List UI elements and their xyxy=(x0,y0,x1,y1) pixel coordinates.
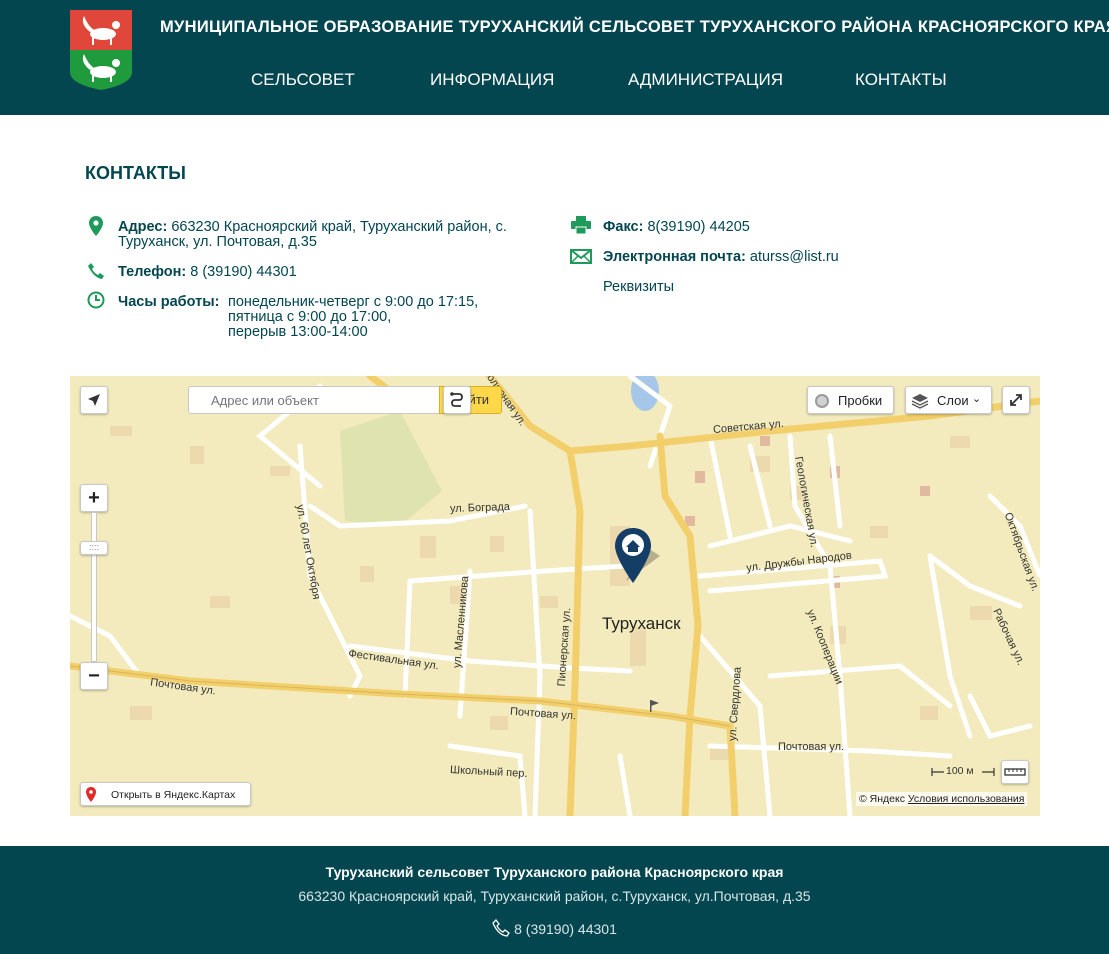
layers-icon xyxy=(911,394,929,409)
fullscreen-button[interactable] xyxy=(1002,386,1030,414)
zoom-in-button[interactable]: + xyxy=(80,484,108,512)
flag-icon xyxy=(650,700,659,712)
footer-org: Туруханский сельсовет Туруханского район… xyxy=(325,864,784,880)
address-block: Адрес: 663230 Красноярский край, Турухан… xyxy=(118,220,538,250)
ruler-button[interactable] xyxy=(1001,760,1029,784)
main-nav: СЕЛЬСОВЕТ ИНФОРМАЦИЯ АДМИНИСТРАЦИЯ КОНТА… xyxy=(0,70,1109,94)
traffic-label: Пробки xyxy=(838,393,883,408)
footer-phone-value[interactable]: 8 (39190) 44301 xyxy=(514,921,617,937)
zoom-out-button[interactable]: − xyxy=(80,662,108,690)
copyright-label: © Яндекс xyxy=(859,793,905,805)
route-icon xyxy=(450,392,463,407)
zoom-slider-handle[interactable]: :::: xyxy=(80,541,108,555)
navigation-arrow-icon xyxy=(88,394,100,406)
email-block: Электронная почта: aturss@list.ru xyxy=(603,250,839,265)
fax-label: Факс: xyxy=(603,219,644,235)
zoom-slider-track[interactable] xyxy=(91,512,97,662)
site-footer: Туруханский сельсовет Туруханского район… xyxy=(0,846,1109,954)
map-tiles xyxy=(70,376,1040,816)
traffic-light-icon xyxy=(815,394,829,408)
chevron-down-icon: ⌄ xyxy=(972,393,982,405)
yandex-pin-icon xyxy=(86,787,96,802)
ruler-icon xyxy=(1004,768,1026,776)
map-search-input[interactable] xyxy=(188,386,440,414)
printer-icon xyxy=(571,216,591,234)
map-copyright: © Яндекс Условия использования xyxy=(856,792,1028,806)
phone-icon xyxy=(88,263,104,279)
open-in-yandex-button[interactable]: Открыть в Яндекс.Картах xyxy=(80,782,251,806)
expand-icon xyxy=(1010,394,1022,406)
page-title: КОНТАКТЫ xyxy=(85,163,186,183)
geolocation-button[interactable] xyxy=(80,386,108,414)
nav-item-contacts[interactable]: КОНТАКТЫ xyxy=(855,70,947,90)
phone-label: Телефон: xyxy=(118,264,187,280)
layers-label: Слои xyxy=(937,393,969,408)
hours-list: понедельник-четверг с 9:00 до 17:15, пят… xyxy=(228,295,478,340)
email-link[interactable]: aturss@list.ru xyxy=(750,249,839,265)
hours-label: Часы работы: xyxy=(118,294,220,310)
footer-address: 663230 Красноярский край, Туруханский ра… xyxy=(298,888,811,904)
clock-icon xyxy=(87,291,105,309)
email-label: Электронная почта: xyxy=(603,249,746,265)
fax-block: Факс: 8(39190) 44205 xyxy=(603,220,750,235)
phone-block: Телефон: 8 (39190) 44301 xyxy=(118,265,297,280)
fax-value: 8(39190) 44205 xyxy=(647,219,750,235)
nav-item-selsovet[interactable]: СЕЛЬСОВЕТ xyxy=(251,70,355,90)
street-label: ул. Бограда xyxy=(449,500,511,516)
city-label: Туруханск xyxy=(602,614,681,633)
park-area xyxy=(340,411,442,526)
site-header: МУНИЦИПАЛЬНОЕ ОБРАЗОВАНИЕ ТУРУХАНСКИЙ СЕ… xyxy=(0,0,1109,115)
site-title: МУНИЦИПАЛЬНОЕ ОБРАЗОВАНИЕ ТУРУХАНСКИЙ СЕ… xyxy=(160,18,1109,36)
hours-line: перерыв 13:00-14:00 xyxy=(228,324,368,340)
requisites-link[interactable]: Реквизиты xyxy=(603,280,674,295)
traffic-button[interactable]: Пробки xyxy=(807,386,894,414)
terms-link[interactable]: Условия использования xyxy=(908,793,1025,805)
hours-line: пятница с 9:00 до 17:00, xyxy=(228,309,392,325)
location-pin-icon xyxy=(89,216,103,236)
phone-icon xyxy=(492,919,510,937)
street-label: Почтовая ул. xyxy=(778,741,845,753)
footer-phone: 8 (39190) 44301 xyxy=(0,919,1109,937)
address-line2: Туруханск, ул. Почтовая, д.35 xyxy=(118,234,317,250)
hours-line: понедельник-четверг с 9:00 до 17:15, xyxy=(228,294,479,310)
yandex-map[interactable]: Советская ул. ул. Бограда ул. 60 лет Окт… xyxy=(70,376,1040,816)
address-label: Адрес: xyxy=(118,219,168,235)
nav-item-administration[interactable]: АДМИНИСТРАЦИЯ xyxy=(628,70,783,90)
open-in-yandex-label: Открыть в Яндекс.Картах xyxy=(111,789,236,801)
phone-value[interactable]: 8 (39190) 44301 xyxy=(190,264,296,280)
envelope-icon xyxy=(570,249,592,264)
route-button[interactable] xyxy=(443,386,471,414)
nav-item-information[interactable]: ИНФОРМАЦИЯ xyxy=(430,70,554,90)
layers-button[interactable]: Слои ⌄ xyxy=(905,386,992,414)
scale-label: 100 м xyxy=(946,765,974,777)
address-line1: 663230 Красноярский край, Туруханский ра… xyxy=(171,219,507,235)
